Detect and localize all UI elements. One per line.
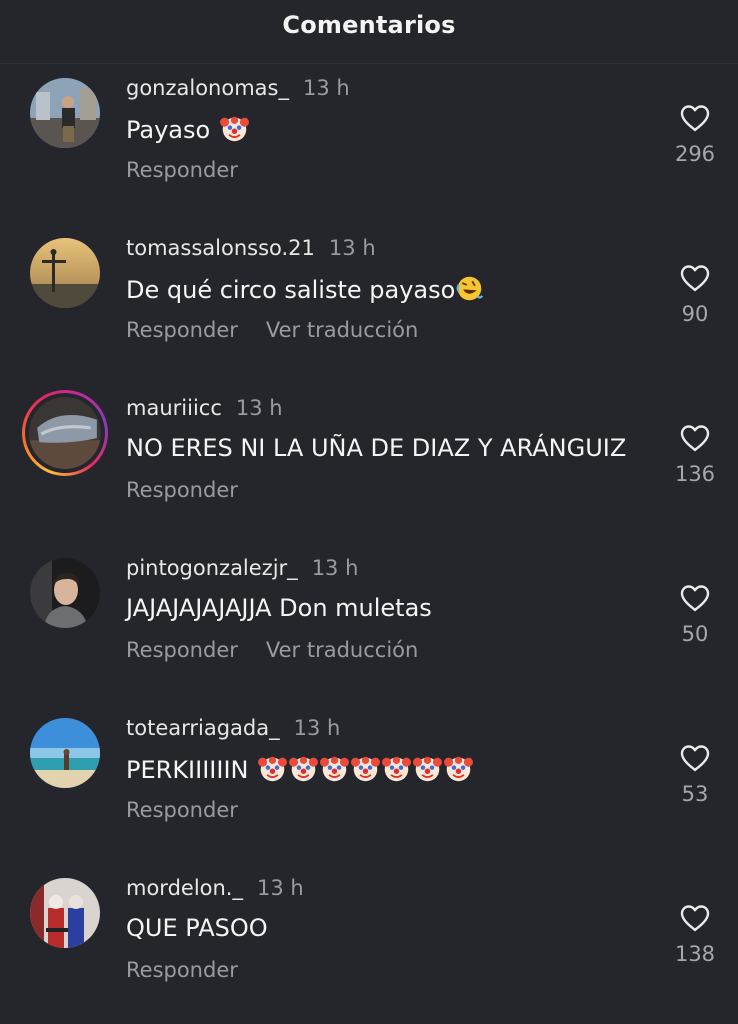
heart-outline-icon[interactable] bbox=[679, 904, 711, 932]
comment-header: mordelon._ 13 h bbox=[126, 876, 304, 900]
reply-button[interactable]: Responder bbox=[126, 638, 238, 662]
timestamp: 13 h bbox=[328, 236, 376, 260]
comment-text: QUE PASOO bbox=[126, 914, 268, 942]
like-control: 53 bbox=[672, 744, 718, 806]
comment-actions: Responder bbox=[126, 478, 238, 502]
comment-text-content: De qué circo saliste payaso bbox=[126, 276, 456, 304]
see-translation-button[interactable]: Ver traducción bbox=[266, 318, 418, 342]
comment-text: JAJAJAJAJAJJA Don muletas bbox=[126, 594, 432, 622]
timestamp: 13 h bbox=[257, 876, 304, 900]
avatar[interactable] bbox=[30, 238, 100, 308]
comment-header: pintogonzalezjr_ 13 h bbox=[126, 556, 358, 580]
reply-button[interactable]: Responder bbox=[126, 958, 238, 982]
like-control: 50 bbox=[672, 584, 718, 646]
username[interactable]: tomassalonsso.21 bbox=[126, 236, 315, 260]
comment-text: NO ERES NI LA UÑA DE DIAZ Y ARÁNGUIZ bbox=[126, 434, 626, 462]
heart-outline-icon[interactable] bbox=[679, 104, 711, 132]
like-count: 136 bbox=[674, 462, 716, 486]
comment-header: totearriagada_ 13 h bbox=[126, 716, 340, 740]
reply-button[interactable]: Responder bbox=[126, 158, 238, 182]
clown-face-emoji bbox=[219, 116, 249, 142]
comment-item: mauriiicc 13 h NO ERES NI LA UÑA DE DIAZ … bbox=[0, 384, 738, 544]
reply-button[interactable]: Responder bbox=[126, 478, 238, 502]
rolling-on-floor-laughing-emoji bbox=[456, 276, 484, 301]
comment-text-content: QUE PASOO bbox=[126, 914, 268, 942]
username[interactable]: gonzalonomas_ bbox=[126, 76, 289, 100]
clown-face-emoji bbox=[351, 756, 381, 782]
heart-outline-icon[interactable] bbox=[679, 744, 711, 772]
comment-item: pintogonzalezjr_ 13 h JAJAJAJAJAJJA Don m… bbox=[0, 544, 738, 704]
like-control: 296 bbox=[672, 104, 718, 166]
clown-face-emoji bbox=[382, 756, 412, 782]
comment-actions: Responder bbox=[126, 798, 238, 822]
username[interactable]: mauriiicc bbox=[126, 396, 222, 420]
username[interactable]: totearriagada_ bbox=[126, 716, 280, 740]
avatar[interactable] bbox=[30, 718, 100, 788]
comment-item: totearriagada_ 13 h PERKIIIIIIN Responder… bbox=[0, 704, 738, 864]
like-control: 136 bbox=[672, 424, 718, 486]
avatar-photo bbox=[30, 558, 100, 628]
clown-face-emoji bbox=[444, 756, 474, 782]
comment-text-content: NO ERES NI LA UÑA DE DIAZ Y ARÁNGUIZ bbox=[126, 434, 627, 462]
comment-item: tomassalonsso.21 13 h De qué circo salist… bbox=[0, 224, 738, 384]
avatar[interactable] bbox=[30, 878, 100, 948]
like-control: 90 bbox=[672, 264, 718, 326]
clown-emoji-row bbox=[256, 756, 474, 784]
like-count: 138 bbox=[674, 942, 716, 966]
avatar[interactable] bbox=[30, 78, 100, 148]
comment-actions: Responder bbox=[126, 158, 238, 182]
comment-text: De qué circo saliste payaso bbox=[126, 274, 484, 304]
page-title: Comentarios bbox=[282, 11, 456, 39]
like-count: 296 bbox=[674, 142, 716, 166]
comment-actions: Responder Ver traducción bbox=[126, 638, 418, 662]
see-translation-button[interactable]: Ver traducción bbox=[266, 638, 418, 662]
heart-outline-icon[interactable] bbox=[679, 584, 711, 612]
comment-header: tomassalonsso.21 13 h bbox=[126, 236, 376, 260]
avatar-photo bbox=[29, 397, 101, 469]
header: Comentarios bbox=[0, 0, 738, 56]
like-control: 138 bbox=[672, 904, 718, 966]
comment-text-content: JAJAJAJAJAJJA Don muletas bbox=[126, 594, 432, 622]
comment-header: gonzalonomas_ 13 h bbox=[126, 76, 350, 100]
like-count: 50 bbox=[681, 622, 709, 646]
avatar-story-ring[interactable] bbox=[22, 390, 108, 476]
like-count: 53 bbox=[681, 782, 709, 806]
comment-actions: Responder Ver traducción bbox=[126, 318, 418, 342]
avatar[interactable] bbox=[30, 558, 100, 628]
avatar-photo bbox=[30, 238, 100, 308]
comment-text-content: Payaso bbox=[126, 116, 211, 144]
avatar-photo bbox=[30, 718, 100, 788]
like-count: 90 bbox=[681, 302, 709, 326]
comment-item: gonzalonomas_ 13 h Payaso Responder 296 bbox=[0, 64, 738, 224]
comment-text-content: PERKIIIIIIN bbox=[126, 756, 249, 784]
comment-text: Payaso bbox=[126, 114, 249, 144]
heart-outline-icon[interactable] bbox=[679, 424, 711, 452]
timestamp: 13 h bbox=[303, 76, 350, 100]
comment-item: mordelon._ 13 h QUE PASOO Responder 138 bbox=[0, 864, 738, 1024]
comment-header: mauriiicc 13 h bbox=[126, 396, 283, 420]
username[interactable]: mordelon._ bbox=[126, 876, 243, 900]
avatar-photo bbox=[30, 78, 100, 148]
clown-face-emoji bbox=[258, 756, 288, 782]
heart-outline-icon[interactable] bbox=[679, 264, 711, 292]
clown-face-emoji bbox=[413, 756, 443, 782]
clown-face-emoji bbox=[289, 756, 319, 782]
timestamp: 13 h bbox=[311, 556, 359, 580]
reply-button[interactable]: Responder bbox=[126, 318, 238, 342]
username[interactable]: pintogonzalezjr_ bbox=[126, 556, 298, 580]
avatar bbox=[25, 393, 105, 473]
reply-button[interactable]: Responder bbox=[126, 798, 238, 822]
clown-face-emoji bbox=[320, 756, 350, 782]
timestamp: 13 h bbox=[293, 716, 341, 740]
comment-text: PERKIIIIIIN bbox=[126, 754, 474, 784]
timestamp: 13 h bbox=[235, 396, 283, 420]
comment-actions: Responder bbox=[126, 958, 238, 982]
avatar-photo bbox=[30, 878, 100, 948]
